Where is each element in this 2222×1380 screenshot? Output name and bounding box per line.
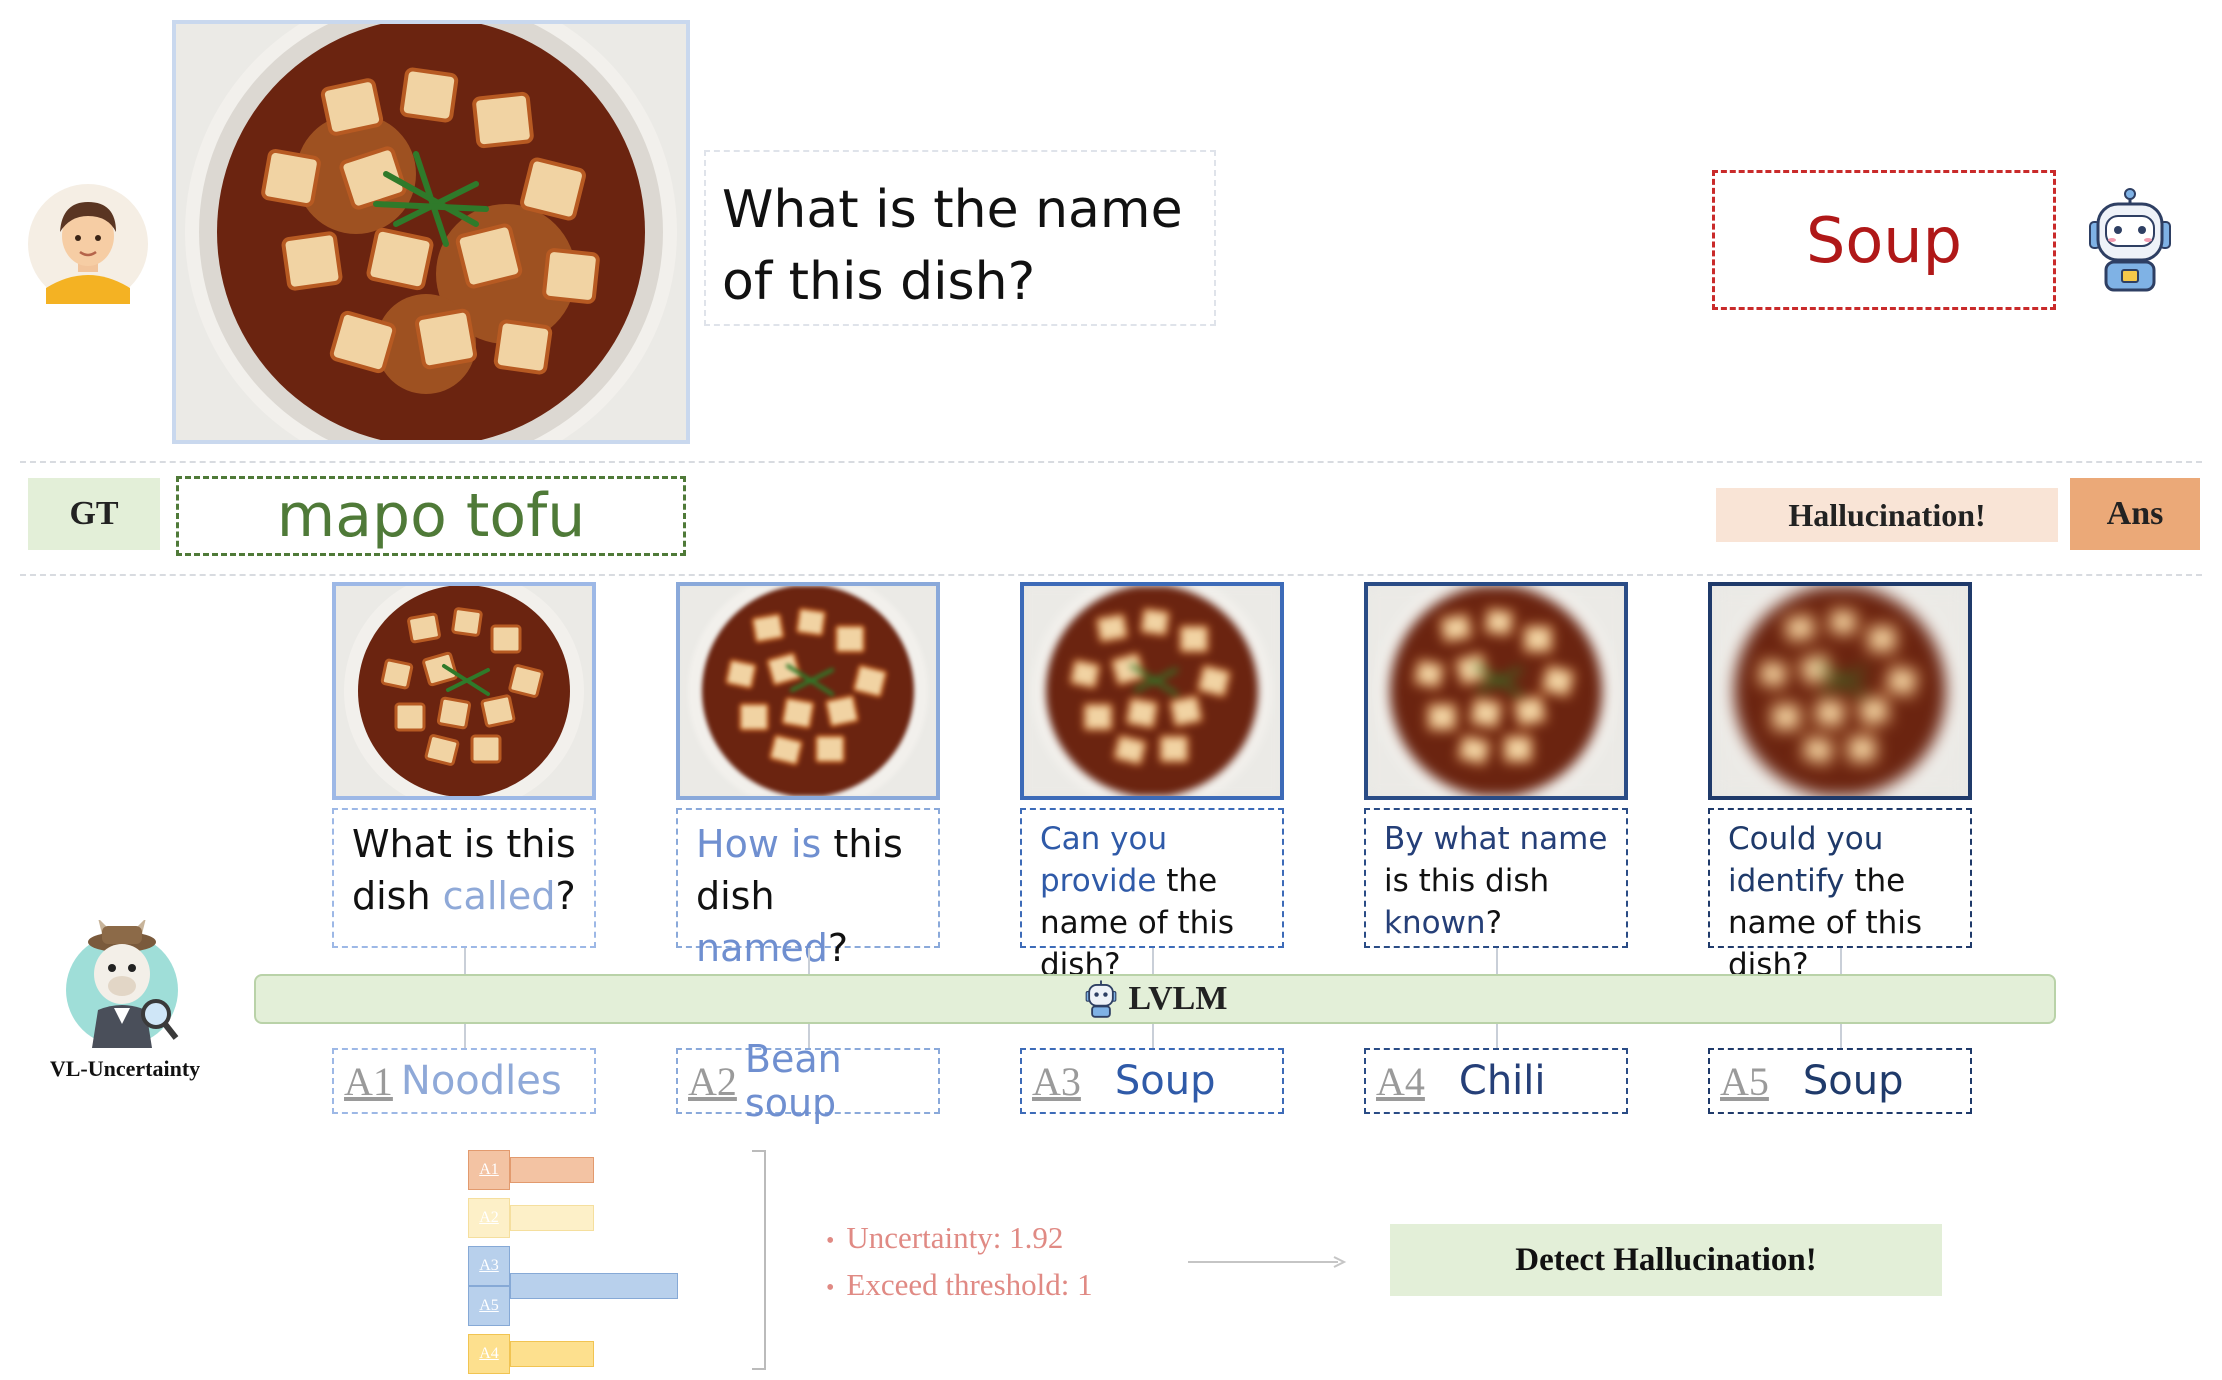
answer-card-3: A3 Soup bbox=[1020, 1048, 1284, 1114]
perturbed-image-3 bbox=[1020, 582, 1284, 800]
cluster-answer-A1: A1 bbox=[468, 1150, 510, 1190]
ground-truth-box: mapo tofu bbox=[176, 476, 686, 556]
answer-id-4: A4 bbox=[1376, 1058, 1425, 1104]
connector-bottom-3 bbox=[1152, 1024, 1154, 1048]
answer-id-2: A2 bbox=[688, 1058, 737, 1104]
answer-text-2: Bean soup bbox=[744, 1037, 842, 1125]
cluster-bar-4 bbox=[510, 1341, 594, 1367]
robot-icon bbox=[2089, 188, 2171, 292]
threshold-line: • Exceed threshold: 1 bbox=[826, 1266, 1093, 1302]
cluster-bar-2 bbox=[510, 1205, 594, 1231]
question-card-1: What is this dish called? bbox=[332, 808, 596, 948]
answer-text-5: Soup bbox=[1802, 1058, 1904, 1104]
question-highlight-3-1: Can you provide bbox=[1040, 821, 1168, 899]
hallucination-label: Hallucination! bbox=[1788, 496, 1986, 533]
model-answer-text: Soup bbox=[1806, 203, 1962, 277]
detect-hallucination: Detect Hallucination! bbox=[1390, 1224, 1942, 1296]
connector-top-3 bbox=[1152, 948, 1154, 974]
answer-id-1: A1 bbox=[344, 1058, 393, 1104]
cluster-answer-A3: A3 bbox=[468, 1246, 510, 1286]
cluster-bar-1 bbox=[510, 1157, 594, 1183]
connector-top-1 bbox=[464, 948, 466, 974]
question-text-4-4: ? bbox=[1485, 905, 1503, 941]
perturbed-dish-1 bbox=[336, 586, 592, 796]
perturbed-image-2 bbox=[676, 582, 940, 800]
cluster-answer-A2: A2 bbox=[468, 1198, 510, 1238]
ground-truth-text: mapo tofu bbox=[276, 481, 586, 551]
question-text-1-2: dish bbox=[352, 874, 443, 918]
question-highlight-1-3: called bbox=[442, 874, 556, 918]
question-text-2-4: ? bbox=[827, 926, 849, 970]
perturbed-dish-4 bbox=[1368, 586, 1624, 796]
perturbed-dish-2 bbox=[680, 586, 936, 796]
gt-tag: GT bbox=[28, 478, 160, 550]
question-text-1-4: ? bbox=[555, 874, 576, 918]
question-highlight-2-1: How is bbox=[696, 822, 822, 866]
question-card-2: How is this dish named? bbox=[676, 808, 940, 970]
question-card-3: Can you provide the name of this dish? bbox=[1020, 808, 1284, 983]
gt-tag-label: GT bbox=[69, 495, 119, 532]
cluster-bar-3 bbox=[510, 1273, 678, 1299]
answer-id-3: A3 bbox=[1032, 1058, 1081, 1104]
uncertainty-stats: • Uncertainty: 1.92 • Exceed threshold: 1 bbox=[826, 1216, 1093, 1310]
answer-card-1: A1 Noodles bbox=[332, 1048, 596, 1114]
answer-card-5: A5 Soup bbox=[1708, 1048, 1972, 1114]
user-avatar-icon bbox=[28, 184, 148, 304]
cluster-answer-A4: A4 bbox=[468, 1334, 510, 1374]
main-question: What is the name of this dish? bbox=[704, 150, 1216, 326]
uncertainty-value: Uncertainty: 1.92 bbox=[846, 1220, 1064, 1255]
perturbed-image-4 bbox=[1364, 582, 1628, 800]
uncertainty-line: • Uncertainty: 1.92 bbox=[826, 1220, 1064, 1255]
perturbed-image-5 bbox=[1708, 582, 1972, 800]
connector-bottom-1 bbox=[464, 1024, 466, 1048]
perturbed-dish-5 bbox=[1712, 586, 1968, 796]
answer-id-5: A5 bbox=[1720, 1058, 1769, 1104]
ans-tag-label: Ans bbox=[2106, 495, 2164, 532]
connector-bottom-5 bbox=[1840, 1024, 1842, 1048]
arrow-icon bbox=[1188, 1256, 1347, 1268]
question-highlight-4-1: By what name bbox=[1384, 821, 1608, 857]
ans-tag: Ans bbox=[2070, 478, 2200, 550]
llama-detective-icon bbox=[66, 920, 179, 1048]
mapo-tofu-illustration bbox=[176, 24, 686, 440]
divider-top bbox=[20, 461, 2202, 463]
connector-bottom-4 bbox=[1496, 1024, 1498, 1048]
answer-card-4: A4 Chili bbox=[1364, 1048, 1628, 1114]
answer-text-3: Soup bbox=[1114, 1058, 1216, 1104]
lvlm-bar: LVLM bbox=[254, 974, 2056, 1024]
answer-card-2: A2 Bean soup bbox=[676, 1037, 940, 1125]
lvlm-robot-icon bbox=[1085, 980, 1116, 1018]
connector-top-2 bbox=[808, 948, 810, 974]
main-question-text: What is the name of this dish? bbox=[722, 180, 1183, 312]
threshold-value: Exceed threshold: 1 bbox=[846, 1266, 1093, 1302]
question-text-4-2: is this dish bbox=[1384, 863, 1550, 899]
hallucination-tag: Hallucination! bbox=[1716, 488, 2058, 542]
vl-uncertainty-label: VL-Uncertainty bbox=[49, 1056, 201, 1081]
perturbed-image-1 bbox=[332, 582, 596, 800]
connector-top-4 bbox=[1496, 948, 1498, 974]
question-text-1-1: What is this bbox=[352, 822, 576, 866]
question-highlight-4-3: known bbox=[1384, 905, 1486, 941]
lvlm-label: LVLM bbox=[1128, 980, 1228, 1017]
detect-hallucination-label: Detect Hallucination! bbox=[1515, 1241, 1817, 1278]
question-card-4: By what name is this dish known? bbox=[1364, 808, 1628, 948]
cluster-answer-A5: A5 bbox=[468, 1286, 510, 1326]
question-card-5: Could you identify the name of this dish… bbox=[1708, 808, 1972, 983]
answer-text-1: Noodles bbox=[400, 1058, 562, 1104]
perturbed-dish-3 bbox=[1024, 586, 1280, 796]
cluster-brace bbox=[752, 1150, 766, 1370]
divider-bottom bbox=[20, 574, 2202, 576]
dish-image bbox=[172, 20, 690, 444]
answer-text-4: Chili bbox=[1458, 1058, 1546, 1104]
model-answer: Soup bbox=[1712, 170, 2056, 310]
connector-top-5 bbox=[1840, 948, 1842, 974]
